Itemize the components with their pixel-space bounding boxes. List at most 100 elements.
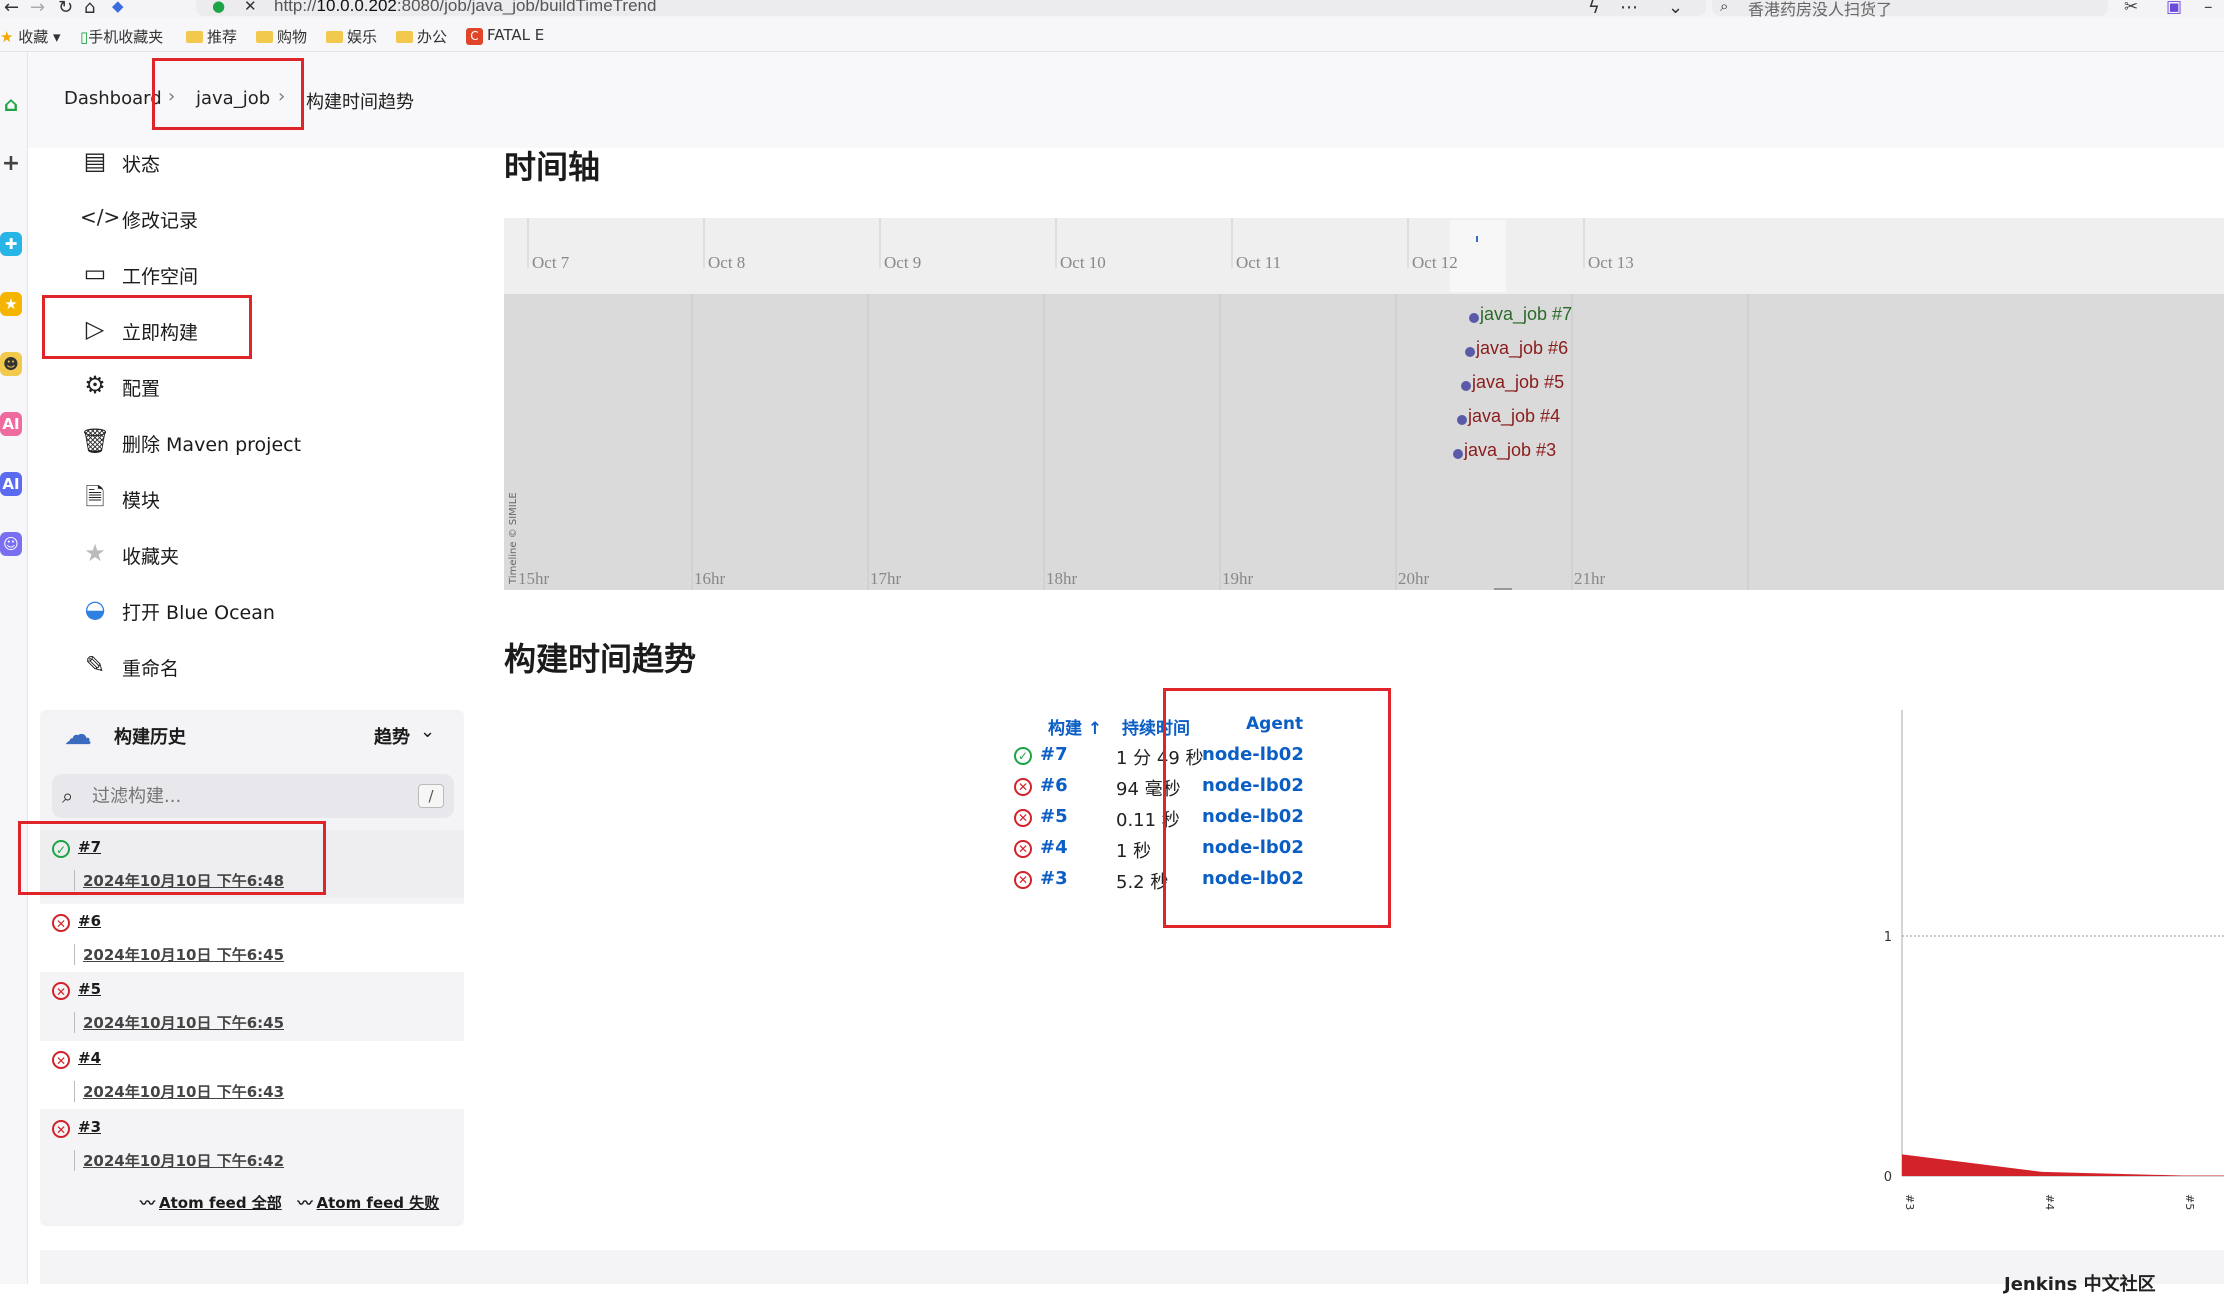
annotation-box bbox=[18, 821, 326, 895]
rss-icon: 〰 bbox=[140, 1194, 156, 1212]
duration-area-series bbox=[1902, 1154, 2224, 1176]
timeline-event-dot[interactable] bbox=[1457, 415, 1467, 425]
folder-icon: ▭ bbox=[83, 259, 107, 287]
build-number-link[interactable]: #3 bbox=[78, 1118, 101, 1136]
forward-icon[interactable]: → bbox=[30, 0, 45, 18]
reload-icon[interactable]: ↻ bbox=[58, 0, 73, 18]
footer bbox=[40, 1250, 2224, 1284]
build-time-chart: 0 1 #3 #4 #5 bbox=[1860, 700, 2224, 1220]
build-number-link[interactable]: #4 bbox=[1040, 837, 1068, 858]
search-input[interactable]: 香港药房没人扫货了 bbox=[1748, 0, 1892, 18]
trend-link[interactable]: 趋势 bbox=[374, 723, 410, 749]
folder-icon bbox=[186, 31, 203, 43]
annotation-box bbox=[1163, 688, 1391, 928]
build-row[interactable]: ✕ #4 2024年10月10日 下午6:43 bbox=[40, 1041, 464, 1109]
app-icon[interactable]: ✚ bbox=[0, 232, 22, 256]
blocked-icon[interactable]: ✕ bbox=[244, 0, 257, 15]
status-icon: ▤ bbox=[83, 147, 107, 175]
build-number-link[interactable]: #6 bbox=[78, 912, 101, 930]
timeline-event-label[interactable]: java_job #4 bbox=[1467, 406, 1560, 427]
timeline-event-label[interactable]: java_job #7 bbox=[1479, 304, 1572, 325]
build-row[interactable]: ✕ #3 2024年10月10日 下午6:42 bbox=[40, 1110, 464, 1178]
day-label: Oct 8 bbox=[708, 253, 745, 272]
bookmarks-bar: ★ 收藏 ▾ ▯手机收藏夹 推荐 购物 娱乐 办公 C FATAL E bbox=[0, 18, 2224, 52]
chevron-down-icon[interactable]: ⌄ bbox=[1668, 0, 1683, 18]
timeline-event-dot[interactable] bbox=[1461, 381, 1471, 391]
build-duration: 1 秒 bbox=[1116, 841, 1152, 862]
failed-icon: ✕ bbox=[52, 1051, 70, 1069]
build-date-link[interactable]: 2024年10月10日 下午6:43 bbox=[74, 1081, 284, 1102]
hour-label: 20hr bbox=[1398, 569, 1430, 588]
filter-builds-input[interactable] bbox=[92, 782, 392, 810]
browser-side-rail: ⌂ + ✚ ★ ☻ AI AI ☺ bbox=[0, 52, 28, 1284]
timeline-event-dot[interactable] bbox=[1469, 313, 1479, 323]
day-label: Oct 12 bbox=[1412, 253, 1458, 272]
robot-icon[interactable]: ☻ bbox=[0, 352, 22, 376]
code-icon: </> bbox=[80, 205, 121, 229]
timeline-event-label[interactable]: java_job #3 bbox=[1463, 440, 1556, 461]
hour-label: 16hr bbox=[694, 569, 726, 588]
bookmark-folder[interactable]: 办公 bbox=[396, 26, 447, 47]
failed-icon: ✕ bbox=[1014, 778, 1032, 796]
x-tick-label: #4 bbox=[2043, 1194, 2056, 1210]
footer-link[interactable]: Jenkins 中文社区 bbox=[2004, 1270, 2156, 1296]
atom-feed-failed-link[interactable]: Atom feed 失败 bbox=[316, 1194, 439, 1212]
failed-icon: ✕ bbox=[1014, 871, 1032, 889]
atom-feed-all-link[interactable]: Atom feed 全部 bbox=[159, 1194, 282, 1212]
home-icon[interactable]: ⌂ bbox=[84, 0, 95, 18]
bookmark-folder[interactable]: 推荐 bbox=[186, 26, 237, 47]
star-app-icon[interactable]: ★ bbox=[0, 292, 22, 316]
timeline-event-label[interactable]: java_job #6 bbox=[1475, 338, 1568, 359]
window-minimize-icon[interactable]: – bbox=[2204, 0, 2213, 17]
x-tick-label: #3 bbox=[1903, 1194, 1916, 1210]
ai-assistant-icon[interactable]: AI bbox=[0, 472, 22, 496]
build-date-link[interactable]: 2024年10月10日 下午6:42 bbox=[74, 1150, 284, 1171]
build-duration: 5.2 秒 bbox=[1116, 872, 1169, 893]
build-date-link[interactable]: 2024年10月10日 下午6:45 bbox=[74, 944, 284, 965]
timeline-event-dot[interactable] bbox=[1453, 449, 1463, 459]
lightning-icon[interactable]: ϟ bbox=[1588, 0, 1600, 18]
col-header-build[interactable]: 构建 ↑ bbox=[1048, 714, 1102, 739]
failed-icon: ✕ bbox=[1014, 840, 1032, 858]
home-icon[interactable]: ⌂ bbox=[0, 92, 22, 116]
build-row[interactable]: ✕ #6 2024年10月10日 下午6:45 bbox=[40, 904, 464, 972]
scissors-icon[interactable]: ✂ bbox=[2124, 0, 2138, 17]
annotation-box bbox=[152, 58, 304, 130]
success-icon: ✓ bbox=[1014, 747, 1032, 765]
build-number-link[interactable]: #5 bbox=[1040, 806, 1068, 827]
day-label: Oct 13 bbox=[1588, 253, 1634, 272]
hour-label: 18hr bbox=[1046, 569, 1078, 588]
bookmark-folder[interactable]: 购物 bbox=[256, 26, 307, 47]
bookmark-fatal[interactable]: C FATAL E bbox=[466, 26, 544, 45]
bookmark-favorites[interactable]: ★ 收藏 ▾ bbox=[0, 26, 61, 47]
build-date-link[interactable]: 2024年10月10日 下午6:45 bbox=[74, 1012, 284, 1033]
day-label: Oct 10 bbox=[1060, 253, 1106, 272]
timeline-event-label[interactable]: java_job #5 bbox=[1471, 372, 1564, 393]
breadcrumb-dashboard[interactable]: Dashboard bbox=[64, 88, 162, 109]
timeline-event-dot[interactable] bbox=[1465, 347, 1475, 357]
more-icon[interactable]: ⋯ bbox=[1620, 0, 1638, 18]
chevron-down-icon[interactable]: ⌄ bbox=[420, 721, 435, 742]
ai-icon[interactable]: ◆ bbox=[112, 0, 124, 15]
url-text[interactable]: http://10.0.0.202:8080/job/java_job/buil… bbox=[274, 0, 656, 16]
failed-icon: ✕ bbox=[52, 982, 70, 1000]
build-number-link[interactable]: #6 bbox=[1040, 775, 1068, 796]
trash-icon: 🗑 bbox=[80, 427, 111, 455]
plus-icon[interactable]: + bbox=[0, 152, 22, 176]
keyboard-shortcut-hint: / bbox=[418, 784, 444, 808]
back-icon[interactable]: ← bbox=[4, 0, 19, 18]
bookmark-mobile[interactable]: ▯手机收藏夹 bbox=[80, 26, 163, 47]
annotation-box bbox=[42, 295, 252, 359]
build-number-link[interactable]: #3 bbox=[1040, 868, 1068, 889]
failed-icon: ✕ bbox=[52, 914, 70, 932]
ai-app-icon[interactable]: AI bbox=[0, 412, 22, 436]
build-number-link[interactable]: #4 bbox=[78, 1049, 101, 1067]
build-number-link[interactable]: #7 bbox=[1040, 744, 1068, 765]
timeline-widget[interactable]: Oct 7 Oct 8 Oct 9 Oct 10 Oct 11 Oct 12 Oct 13 … bbox=[504, 218, 2224, 592]
chat-bot-icon[interactable]: ☺ bbox=[0, 532, 22, 556]
bookmark-folder[interactable]: 娱乐 bbox=[326, 26, 377, 47]
build-number-link[interactable]: #5 bbox=[78, 980, 101, 998]
extension-icon[interactable]: ▣ bbox=[2166, 0, 2182, 17]
weather-cloud-icon: ☁ bbox=[64, 718, 92, 751]
build-row[interactable]: ✕ #5 2024年10月10日 下午6:45 bbox=[40, 972, 464, 1040]
